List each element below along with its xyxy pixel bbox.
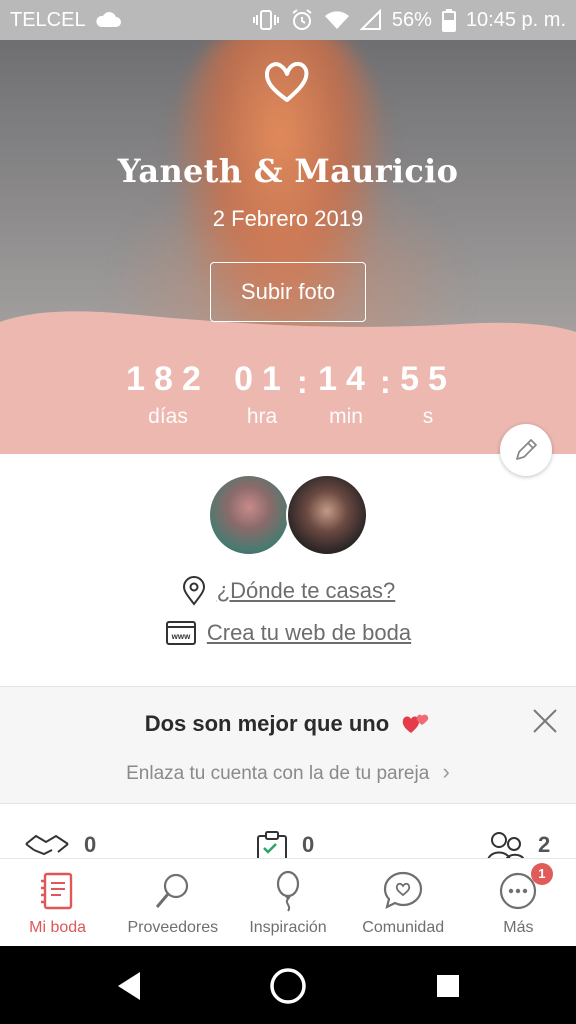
- countdown-minutes: 14 min: [312, 360, 380, 429]
- countdown-separator: :: [380, 364, 391, 400]
- stat-tasks[interactable]: 0: [254, 830, 314, 860]
- heart-logo-icon: [264, 61, 309, 102]
- countdown-hours-label: hra: [246, 405, 278, 428]
- battery-percent: 56%: [391, 8, 432, 31]
- hero-banner: Yaneth & Mauricio 2 Febrero 2019 Subir f…: [0, 40, 576, 454]
- notification-badge: 1: [530, 863, 553, 885]
- stat-tasks-value: 0: [302, 832, 315, 857]
- partner-link-card[interactable]: Dos son mejor que uno Enlaza tu cuenta c…: [0, 686, 576, 804]
- handshake-icon: [25, 834, 69, 856]
- partner-card-subtitle[interactable]: Enlaza tu cuenta con la de tu pareja ›: [0, 759, 576, 785]
- signal-icon: [359, 9, 382, 31]
- avatar[interactable]: [286, 474, 368, 556]
- guests-icon: [487, 832, 525, 860]
- countdown-seconds-value: 55: [400, 360, 456, 398]
- recents-icon[interactable]: [436, 974, 460, 998]
- countdown: 182 días 01 hra : 14 min : 55 s: [0, 360, 576, 450]
- stat-guests[interactable]: 2: [486, 830, 550, 860]
- balloon-icon: [276, 870, 300, 912]
- nav-item-proveedores[interactable]: Proveedores: [115, 859, 230, 946]
- stat-vendors[interactable]: 0: [22, 830, 96, 860]
- upload-photo-button[interactable]: Subir foto: [210, 262, 366, 322]
- location-pin-icon: [182, 576, 205, 606]
- countdown-minutes-value: 14: [318, 360, 374, 398]
- clipboard-icon: [257, 831, 287, 860]
- nav-label: Más: [503, 919, 534, 936]
- edit-button[interactable]: [500, 424, 552, 476]
- bottom-nav: Mi boda Proveedores Inspiración Comunida…: [0, 858, 576, 946]
- countdown-days: 182 días: [122, 360, 214, 429]
- chat-heart-icon: [384, 871, 423, 910]
- wifi-icon: [324, 9, 350, 31]
- wedding-web-link[interactable]: Crea tu web de boda: [207, 620, 411, 646]
- stat-vendors-value: 0: [84, 832, 97, 857]
- nav-item-mi-boda[interactable]: Mi boda: [0, 859, 115, 946]
- stat-guests-value: 2: [538, 832, 551, 857]
- vibrate-icon: [252, 9, 280, 31]
- wedding-date: 2 Febrero 2019: [212, 206, 364, 231]
- countdown-days-label: días: [148, 405, 188, 428]
- two-hearts-icon: [403, 714, 429, 733]
- where-married-row[interactable]: ¿Dónde te casas?: [0, 576, 576, 606]
- notebook-icon: [40, 872, 72, 910]
- partner-card-subtitle-text: Enlaza tu cuenta con la de tu pareja: [126, 763, 430, 784]
- pencil-icon: [516, 439, 537, 460]
- cloud-icon: [94, 11, 122, 29]
- countdown-separator: :: [297, 364, 308, 400]
- website-icon: www: [165, 621, 196, 645]
- couple-avatars[interactable]: [208, 474, 368, 558]
- wedding-web-row[interactable]: www Crea tu web de boda: [0, 620, 576, 646]
- nav-label: Proveedores: [127, 919, 219, 936]
- system-nav-bar: [0, 946, 576, 1024]
- home-icon[interactable]: [268, 966, 308, 1006]
- nav-label: Comunidad: [362, 919, 445, 936]
- nav-label: Inspiración: [249, 919, 327, 936]
- nav-label: Mi boda: [29, 919, 87, 936]
- magnifier-icon: [155, 873, 188, 908]
- close-icon[interactable]: [530, 706, 560, 736]
- chevron-right-icon: ›: [442, 759, 450, 784]
- clock: 10:45 p. m.: [465, 8, 566, 31]
- countdown-seconds-label: s: [422, 405, 434, 428]
- partner-card-title-text: Dos son mejor que uno: [144, 711, 390, 736]
- countdown-hours: 01 hra: [228, 360, 296, 429]
- alarm-icon: [290, 8, 314, 32]
- carrier-name: TELCEL: [10, 8, 86, 31]
- couple-name: Yaneth & Mauricio: [117, 152, 459, 190]
- status-bar: TELCEL 56% 10:45 p. m.: [0, 0, 576, 40]
- nav-item-inspiracion[interactable]: Inspiración: [230, 859, 345, 946]
- back-icon[interactable]: [114, 970, 144, 1002]
- nav-item-mas[interactable]: 1 Más: [461, 859, 576, 946]
- partner-card-title: Dos son mejor que uno: [0, 711, 576, 737]
- countdown-hours-value: 01: [234, 360, 290, 398]
- svg-text:www: www: [171, 632, 191, 641]
- nav-item-comunidad[interactable]: Comunidad: [346, 859, 461, 946]
- countdown-days-value: 182: [126, 360, 210, 398]
- countdown-minutes-label: min: [329, 405, 363, 428]
- battery-icon: [441, 8, 456, 32]
- avatar[interactable]: [208, 474, 290, 556]
- where-married-link[interactable]: ¿Dónde te casas?: [217, 578, 396, 604]
- countdown-seconds: 55 s: [394, 360, 462, 429]
